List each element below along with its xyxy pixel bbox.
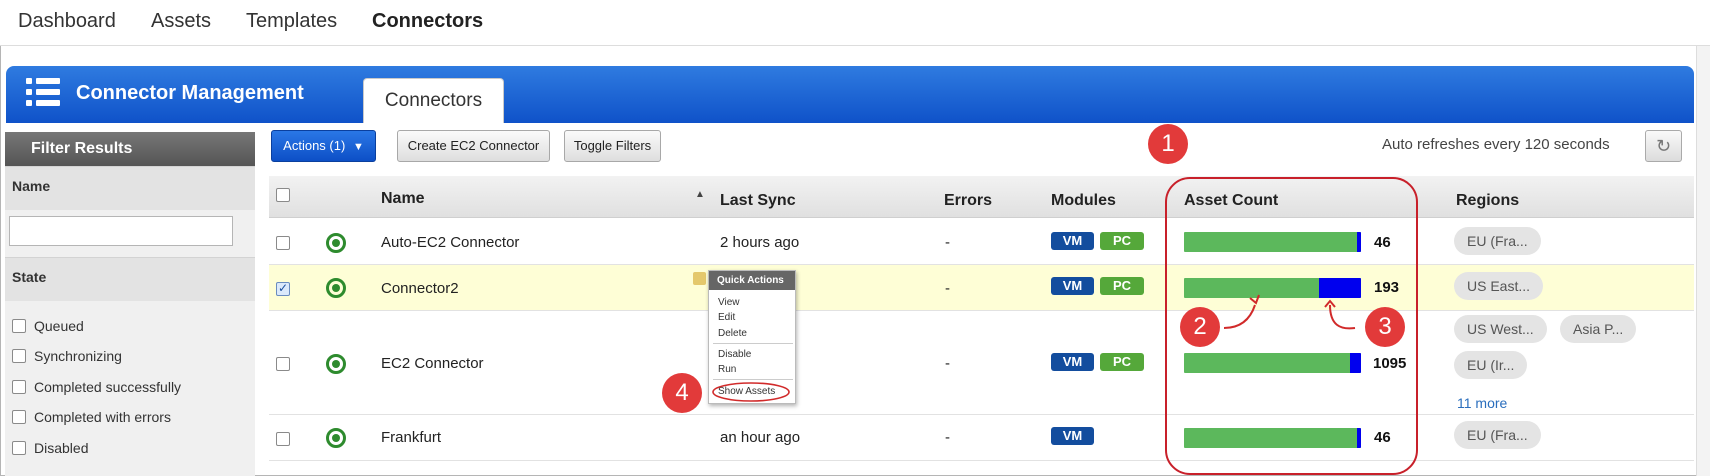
- callout-arrow-3: [1329, 304, 1356, 330]
- show-assets-highlight: [712, 382, 790, 402]
- annotation-overlay: [712, 177, 1418, 475]
- callout-badge: 1: [1148, 124, 1188, 164]
- callout-arrow-2: [1223, 304, 1256, 329]
- callout-badge: 3: [1365, 307, 1405, 347]
- arrowhead-2: [1249, 294, 1260, 305]
- callout-badge: 2: [1180, 307, 1220, 347]
- callout-badge: 4: [662, 373, 702, 413]
